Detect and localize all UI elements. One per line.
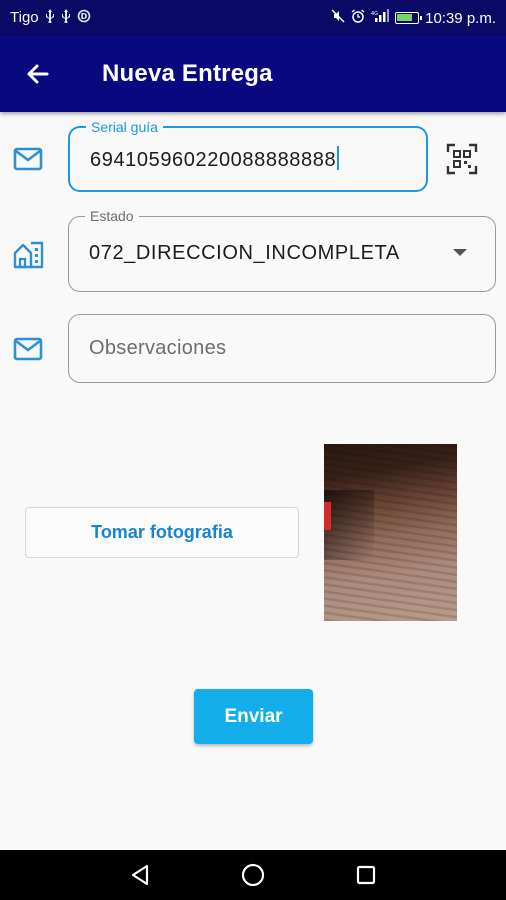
nav-home-button[interactable]	[237, 859, 269, 891]
nav-recents-button[interactable]	[350, 859, 382, 891]
svg-text:D: D	[80, 12, 87, 21]
estado-label: Estado	[85, 207, 139, 225]
take-photo-button[interactable]: Tomar fotografia	[25, 507, 299, 558]
recents-square-icon	[356, 865, 376, 885]
photo-red-object	[324, 502, 331, 530]
home-building-icon	[12, 238, 44, 270]
app-bar: Nueva Entrega	[0, 36, 506, 112]
back-button[interactable]	[18, 54, 58, 94]
send-button[interactable]: Enviar	[194, 689, 313, 744]
arrow-back-icon	[27, 64, 49, 84]
signal-icon: 4G	[371, 9, 390, 27]
clock: 10:39 p.m.	[425, 9, 496, 27]
alarm-icon	[351, 9, 365, 27]
mail-icon	[12, 143, 44, 175]
estado-dropdown[interactable]: Estado 072_DIRECCION_INCOMPLETA	[68, 207, 496, 292]
mute-icon	[331, 9, 345, 27]
serial-label: Serial guía	[86, 118, 163, 136]
page-title: Nueva Entrega	[102, 60, 273, 87]
usb-icon	[45, 9, 55, 26]
dropdown-arrow-icon	[453, 249, 467, 256]
home-circle-icon	[241, 863, 265, 887]
observaciones-placeholder: Observaciones	[89, 337, 227, 359]
battery-fill	[397, 14, 413, 21]
photo-shadow	[324, 490, 374, 560]
status-bar: Tigo D 4G 10:39 p.m.	[0, 0, 506, 36]
svg-text:4G: 4G	[371, 11, 378, 17]
serial-value[interactable]: 694105960220088888888	[90, 146, 340, 172]
system-nav-bar	[0, 850, 506, 900]
qr-scan-icon	[446, 143, 478, 175]
serial-text: 694105960220088888888	[90, 149, 337, 171]
back-triangle-icon	[131, 864, 149, 886]
qr-scan-button[interactable]	[444, 141, 480, 177]
nav-back-button[interactable]	[124, 859, 156, 891]
carrier-name: Tigo	[10, 9, 39, 26]
text-caret	[337, 146, 340, 170]
data-saver-icon: D	[77, 9, 91, 26]
photo-preview[interactable]	[324, 444, 457, 621]
status-right: 4G 10:39 p.m.	[331, 9, 496, 27]
usb-icon	[61, 9, 71, 26]
observaciones-field[interactable]: Observaciones	[68, 314, 496, 383]
app-screen: Tigo D 4G 10:39 p.m. Nueva Entrega Seria…	[0, 0, 506, 900]
mail-icon	[12, 333, 44, 365]
status-left: Tigo D	[10, 9, 91, 26]
estado-value: 072_DIRECCION_INCOMPLETA	[89, 242, 400, 264]
serial-field[interactable]: Serial guía 694105960220088888888	[68, 118, 428, 192]
battery-icon	[395, 12, 423, 24]
